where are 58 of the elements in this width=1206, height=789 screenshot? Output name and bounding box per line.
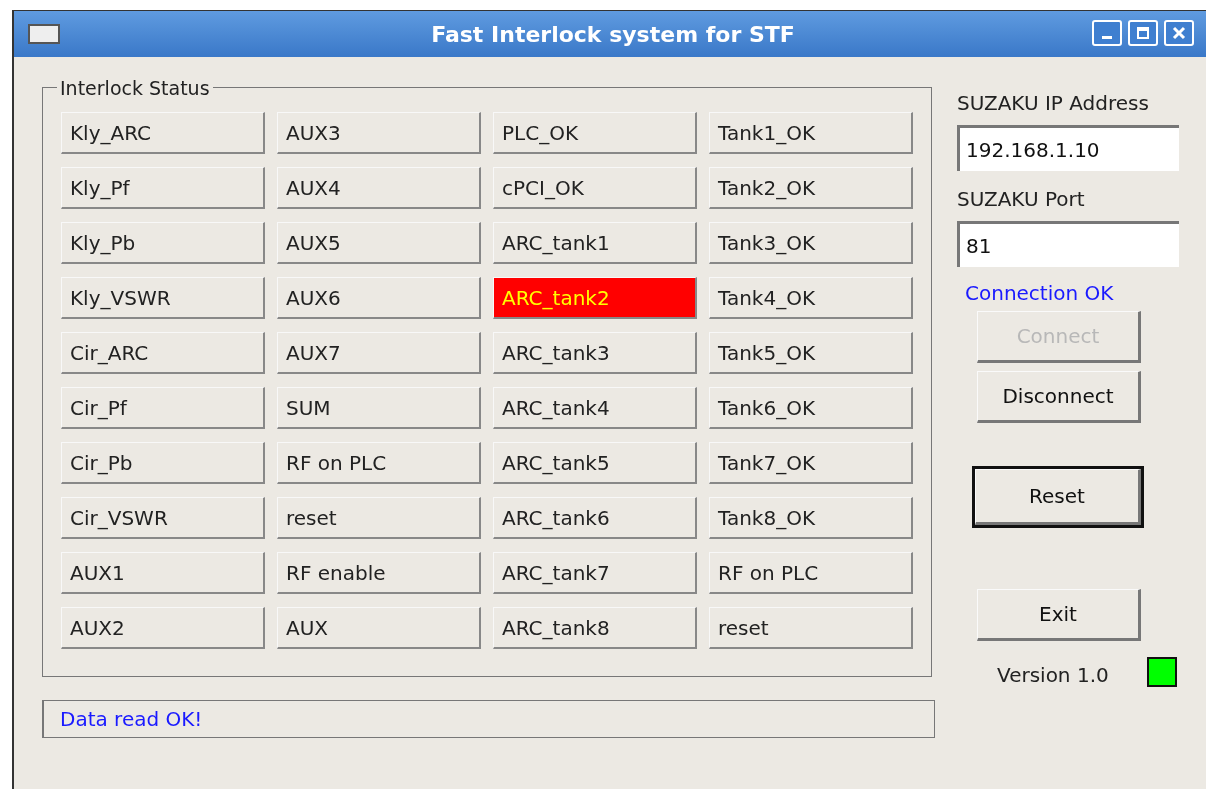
status-indicator: Kly_ARC	[61, 112, 265, 154]
status-indicator: Tank8_OK	[709, 497, 913, 539]
status-indicator: AUX7	[277, 332, 481, 374]
status-indicator: Cir_ARC	[61, 332, 265, 374]
status-indicator: AUX2	[61, 607, 265, 649]
input-field[interactable]: 81	[957, 221, 1179, 267]
exit-button[interactable]: Exit	[977, 589, 1141, 641]
status-indicator: ARC_tank1	[493, 222, 697, 264]
version-label: Version 1.0	[997, 663, 1109, 687]
status-indicator: ARC_tank4	[493, 387, 697, 429]
status-indicator: ARC_tank8	[493, 607, 697, 649]
status-indicator: AUX4	[277, 167, 481, 209]
status-indicator: Kly_VSWR	[61, 277, 265, 319]
status-indicator: Cir_Pf	[61, 387, 265, 429]
status-indicator: Kly_Pb	[61, 222, 265, 264]
reset-button[interactable]: Reset	[975, 469, 1141, 525]
status-indicator: SUM	[277, 387, 481, 429]
status-indicator: AUX6	[277, 277, 481, 319]
status-indicator: Cir_Pb	[61, 442, 265, 484]
status-indicator: Tank6_OK	[709, 387, 913, 429]
status-indicator: ARC_tank5	[493, 442, 697, 484]
field-label: SUZAKU IP Address	[957, 91, 1150, 115]
window-icon	[28, 24, 60, 44]
disconnect-button[interactable]: Disconnect	[977, 371, 1141, 423]
status-indicator: Tank3_OK	[709, 222, 913, 264]
status-indicator: Tank5_OK	[709, 332, 913, 374]
close-icon	[1170, 24, 1188, 42]
status-indicator: Cir_VSWR	[61, 497, 265, 539]
status-indicator: Tank7_OK	[709, 442, 913, 484]
status-indicator: ARC_tank2	[493, 277, 697, 319]
status-indicator: RF on PLC	[709, 552, 913, 594]
status-indicator: Kly_Pf	[61, 167, 265, 209]
status-indicator: ARC_tank7	[493, 552, 697, 594]
status-indicator: AUX5	[277, 222, 481, 264]
window-title: Fast Interlock system for STF	[431, 21, 796, 47]
status-indicator: Tank4_OK	[709, 277, 913, 319]
field-label: SUZAKU Port	[957, 187, 1086, 211]
status-indicator: reset	[277, 497, 481, 539]
maximize-icon	[1134, 24, 1152, 42]
input-field[interactable]: 192.168.1.10	[957, 125, 1179, 171]
close-button[interactable]	[1164, 20, 1194, 46]
minimize-button[interactable]	[1092, 20, 1122, 46]
maximize-button[interactable]	[1128, 20, 1158, 46]
status-indicator: AUX	[277, 607, 481, 649]
status-indicator: ARC_tank6	[493, 497, 697, 539]
status-indicator: RF enable	[277, 552, 481, 594]
status-indicator: Tank1_OK	[709, 112, 913, 154]
status-indicator: AUX1	[61, 552, 265, 594]
status-message: Data read OK!	[42, 700, 935, 738]
connection-status: Connection OK	[965, 281, 1115, 305]
status-indicator: AUX3	[277, 112, 481, 154]
minimize-icon	[1102, 36, 1112, 39]
status-indicator: reset	[709, 607, 913, 649]
status-indicator: RF on PLC	[277, 442, 481, 484]
status-indicator: cPCI_OK	[493, 167, 697, 209]
status-indicator: PLC_OK	[493, 112, 697, 154]
status-indicator: Tank2_OK	[709, 167, 913, 209]
status-indicator: ARC_tank3	[493, 332, 697, 374]
